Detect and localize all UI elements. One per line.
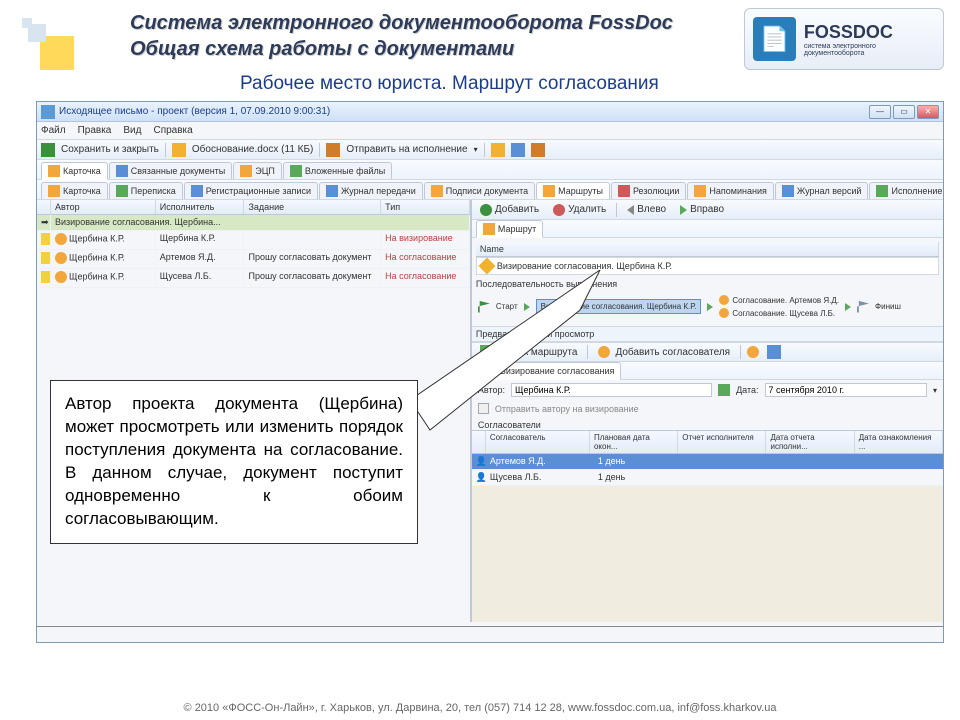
save-close-button[interactable]: Сохранить и закрыть	[61, 144, 159, 155]
left-grid-header: Автор Исполнитель Задание Тип	[37, 200, 470, 215]
save-icon	[41, 143, 55, 157]
star-icon[interactable]	[491, 143, 505, 157]
misc-icon[interactable]	[531, 143, 545, 157]
flag-finish-icon	[857, 301, 869, 313]
corner-decoration	[22, 18, 76, 72]
arrow-left-icon	[627, 205, 634, 215]
logo-text: FOSSDOC	[804, 22, 935, 43]
delete-button[interactable]: Удалить	[549, 203, 610, 217]
logo-icon: 📄	[753, 17, 796, 61]
tab-transfer-log[interactable]: Журнал передачи	[319, 182, 423, 199]
maximize-button[interactable]: ▭	[893, 105, 915, 119]
left-grid-row[interactable]: ➡ Визирование согласования. Щербина...	[37, 215, 470, 231]
minimize-button[interactable]: —	[869, 105, 891, 119]
move-right-button[interactable]: Вправо	[676, 203, 728, 216]
send-icon	[326, 143, 340, 157]
misc-icon-2[interactable]	[767, 345, 781, 359]
route-toolbar: Добавить Удалить Влево Вправо	[472, 200, 943, 220]
tab-routes[interactable]: Маршруты	[536, 182, 610, 200]
tab-doc-signatures[interactable]: Подписи документа	[424, 182, 535, 199]
flow-node[interactable]: Согласование. Щусева Л.Б.	[719, 308, 839, 318]
left-grid-row[interactable]: Щербина К.Р. Щербина К.Р. На визирование	[37, 231, 470, 250]
logo-subtitle: система электронного документооборота	[804, 43, 935, 57]
add-icon	[480, 204, 492, 216]
menubar: Файл Правка Вид Справка	[37, 122, 943, 140]
slide-subtitle: Рабочее место юриста. Маршрут согласован…	[240, 73, 960, 95]
date-input[interactable]	[765, 383, 927, 397]
left-grid-row[interactable]: Щербина К.Р. Артемов Я.Д. Прошу согласов…	[37, 250, 470, 269]
callout-text: Автор проекта документа (Щербина) может …	[65, 394, 403, 528]
tab-card2[interactable]: Карточка	[41, 182, 108, 199]
tab-signature[interactable]: ЭЦП	[233, 162, 282, 179]
left-grid-row[interactable]: Щербина К.Р. Щусева Л.Б. Прошу согласова…	[37, 269, 470, 288]
callout-box: Автор проекта документа (Щербина) может …	[50, 380, 418, 544]
approver-row[interactable]: 👤 Щусева Л.Б. 1 день	[472, 470, 943, 486]
tab-version-log[interactable]: Журнал версий	[775, 182, 869, 199]
add-approver-button[interactable]: Добавить согласователя	[594, 345, 734, 359]
delete-icon	[553, 204, 565, 216]
tab-reminders[interactable]: Напоминания	[687, 182, 773, 199]
route-tab[interactable]: Маршрут	[476, 220, 543, 238]
tab-registration[interactable]: Регистрационные записи	[184, 182, 318, 199]
attachment-label[interactable]: Обоснование.docx (11 КБ)	[192, 144, 313, 155]
arrow-right-icon	[680, 205, 687, 215]
globe-icon[interactable]	[511, 143, 525, 157]
window-icon	[41, 105, 55, 119]
tab-related[interactable]: Связанные документы	[109, 162, 233, 179]
user-action-icon[interactable]	[747, 346, 759, 358]
titlebar: Исходящее письмо - проект (версия 1, 07.…	[37, 102, 943, 122]
logo: 📄 FOSSDOC система электронного документо…	[744, 8, 944, 70]
tab-card[interactable]: Карточка	[41, 162, 108, 180]
menu-help[interactable]: Справка	[153, 125, 192, 136]
window-title: Исходящее письмо - проект (версия 1, 07.…	[59, 106, 869, 117]
flow-finish: Финиш	[875, 302, 901, 311]
add-button[interactable]: Добавить	[476, 203, 543, 217]
callout-pointer	[410, 270, 610, 450]
edit-icon[interactable]	[718, 384, 730, 396]
menu-file[interactable]: Файл	[41, 125, 66, 136]
approver-row[interactable]: 👤 Артемов Я.Д. 1 день	[472, 454, 943, 470]
menu-view[interactable]: Вид	[123, 125, 141, 136]
close-button[interactable]: ✕	[917, 105, 939, 119]
toolbar-primary: Сохранить и закрыть Обоснование.docx (11…	[37, 140, 943, 160]
tab-attachments[interactable]: Вложенные файлы	[283, 162, 392, 179]
menu-edit[interactable]: Правка	[78, 125, 112, 136]
tab-execution[interactable]: Исполнение документа	[869, 182, 943, 199]
date-label: Дата:	[736, 385, 758, 395]
tab-correspondence[interactable]: Переписка	[109, 182, 183, 199]
upper-tabs: Карточка Связанные документы ЭЦП Вложенн…	[37, 160, 943, 180]
move-left-button[interactable]: Влево	[623, 203, 670, 216]
tab-resolutions[interactable]: Резолюции	[611, 182, 686, 199]
footer-copyright: © 2010 «ФОСС-Он-Лайн», г. Харьков, ул. Д…	[0, 702, 960, 714]
flow-node[interactable]: Согласование. Артемов Я.Д.	[719, 295, 839, 305]
send-button[interactable]: Отправить на исполнение	[346, 144, 467, 155]
lower-tabs: Карточка Переписка Регистрационные запис…	[37, 180, 943, 200]
attachment-icon	[172, 143, 186, 157]
